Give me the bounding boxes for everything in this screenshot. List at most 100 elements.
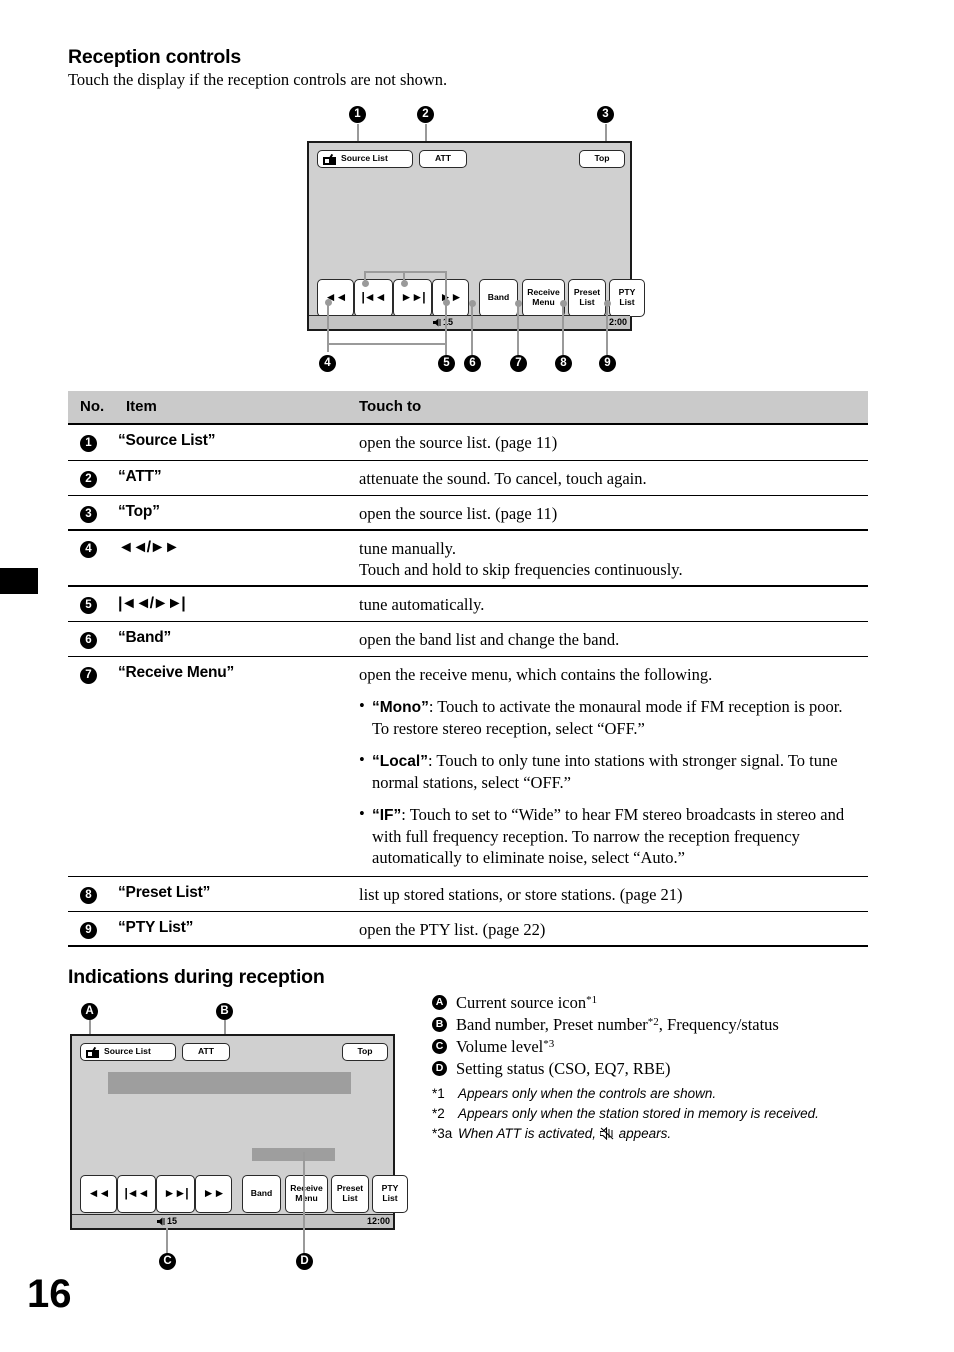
att-button-2[interactable]: ATT — [182, 1043, 230, 1061]
track-backward-button-1[interactable]: |◄◄ — [354, 279, 393, 317]
row-item-4: ◄◄/►► — [118, 539, 180, 556]
row-touch-9: open the PTY list. (page 22) — [359, 920, 546, 939]
legend-item-a: A Current source icon*1 — [432, 992, 882, 1014]
legend-text-d: Setting status (CSO, EQ7, RBE) — [456, 1059, 671, 1078]
track-forward-button-1[interactable]: ►►| — [393, 279, 432, 317]
legend-fn-a: *1 — [586, 994, 598, 1006]
row-touch-3: open the source list. (page 11) — [359, 504, 558, 523]
top-button-1[interactable]: Top — [579, 150, 625, 168]
manual-page: Reception controls Touch the display if … — [0, 0, 954, 1352]
seek-backward-button-2[interactable]: ◄◄ — [80, 1175, 117, 1213]
legend-bullet-b: B — [432, 1017, 447, 1032]
row-number-8: 8 — [80, 887, 97, 904]
leader-line-c — [166, 1228, 168, 1256]
legend-bullet-a: A — [432, 995, 447, 1010]
leader-line-5b — [403, 272, 405, 282]
row-number-1: 1 — [80, 435, 97, 452]
row-item-7: “Receive Menu” — [118, 664, 235, 681]
callout-8: 8 — [555, 355, 572, 372]
legend-text-c: Volume level — [456, 1037, 544, 1056]
volume-indicator-1: 15 — [433, 318, 453, 327]
att-button-1[interactable]: ATT — [419, 150, 467, 168]
table-header-item: Item — [126, 398, 157, 415]
callout-6: 6 — [464, 355, 481, 372]
receive-menu-button-1[interactable]: Receive Menu — [522, 279, 565, 317]
pty-list-button-2[interactable]: PTY List — [372, 1175, 408, 1213]
speaker-icon-2 — [157, 1217, 165, 1226]
volume-value-2: 15 — [167, 1216, 178, 1226]
option-desc-mono: : Touch to activate the monaural mode if… — [372, 697, 843, 738]
receive-menu-option-local: “Local”: Touch to only tune into station… — [359, 749, 862, 793]
band-button-2[interactable]: Band — [242, 1175, 281, 1213]
legend-bullet-d: D — [432, 1061, 447, 1076]
page-edge-tab — [0, 568, 38, 594]
receive-menu-options: “Mono”: Touch to activate the monaural m… — [359, 695, 862, 868]
option-term-local: “Local” — [372, 753, 428, 771]
legend-text-b-after: , Frequency/status — [658, 1015, 779, 1034]
legend-bullet-c: C — [432, 1039, 447, 1054]
speaker-icon-1 — [433, 318, 441, 327]
callout-9: 9 — [599, 355, 616, 372]
callout-b: B — [216, 1003, 233, 1020]
clock-1: 2:00 — [608, 317, 627, 327]
row-touch-7: open the receive menu, which contains th… — [359, 664, 862, 868]
top-button-2[interactable]: Top — [342, 1043, 388, 1061]
track-backward-button-2[interactable]: |◄◄ — [117, 1175, 156, 1213]
preset-list-button-2[interactable]: Preset List — [331, 1175, 369, 1213]
source-list-label-1: Source List — [341, 153, 388, 164]
preset-list-button-1[interactable]: Preset List — [568, 279, 606, 317]
callout-c: C — [159, 1253, 176, 1270]
clock-2: 12:00 — [366, 1216, 390, 1226]
leader-line-6 — [471, 303, 473, 355]
row-number-5: 5 — [80, 597, 97, 614]
setting-status-field — [252, 1148, 335, 1161]
table-row: 4 ◄◄/►► tune manually. Touch and hold to… — [68, 531, 868, 587]
source-list-label-2: Source List — [104, 1046, 151, 1057]
mute-icon — [599, 1126, 615, 1140]
table-row: 8 “Preset List” list up stored stations,… — [68, 877, 868, 912]
row-number-7: 7 — [80, 667, 97, 684]
footnote-text-2: Appears only when the station stored in … — [458, 1105, 819, 1121]
band-button-1[interactable]: Band — [479, 279, 518, 317]
seek-backward-button-1[interactable]: ◄◄ — [317, 279, 354, 317]
callout-3: 3 — [597, 106, 614, 123]
table-row: 3 “Top” open the source list. (page 11) — [68, 496, 868, 531]
status-bar-2: 15 12:00 — [72, 1214, 393, 1228]
callout-7: 7 — [510, 355, 527, 372]
footnote-mark-2: *2 — [432, 1105, 445, 1121]
row-item-5: |◄◄/►►| — [118, 595, 186, 612]
track-forward-button-2[interactable]: ►►| — [156, 1175, 195, 1213]
callout-a: A — [81, 1003, 98, 1020]
callout-5: 5 — [438, 355, 455, 372]
legend-text-a: Current source icon — [456, 993, 587, 1012]
callout-2: 2 — [417, 106, 434, 123]
leader-line-4c — [327, 343, 445, 345]
row-touch-5: tune automatically. — [359, 595, 485, 614]
receive-menu-option-mono: “Mono”: Touch to activate the monaural m… — [359, 695, 862, 739]
legend-item-d: D Setting status (CSO, EQ7, RBE) — [432, 1058, 882, 1080]
seek-forward-button-2[interactable]: ►► — [195, 1175, 232, 1213]
row-item-9: “PTY List” — [118, 919, 194, 936]
footnote-3: *3a When ATT is activated, appears. — [432, 1125, 862, 1143]
option-desc-if: : Touch to set to “Wide” to hear FM ster… — [372, 804, 845, 867]
source-list-button-1[interactable]: Source List — [317, 150, 413, 168]
legend-text-b: Band number, Preset number — [456, 1015, 648, 1034]
table-row: 5 |◄◄/►►| tune automatically. — [68, 587, 868, 622]
row-touch-1: open the source list. (page 11) — [359, 433, 558, 452]
row-number-6: 6 — [80, 632, 97, 649]
receive-menu-intro: open the receive menu, which contains th… — [359, 665, 713, 684]
row-item-2: “ATT” — [118, 468, 162, 485]
table-header-row: No. Item Touch to — [68, 391, 868, 425]
row-touch-8: list up stored stations, or store statio… — [359, 885, 683, 904]
seek-forward-button-1[interactable]: ►► — [432, 279, 469, 317]
receive-menu-button-2[interactable]: Receive Menu — [285, 1175, 328, 1213]
callout-d: D — [296, 1253, 313, 1270]
radio-source-icon-1 — [323, 153, 336, 165]
table-row: 1 “Source List” open the source list. (p… — [68, 425, 868, 461]
row-item-3: “Top” — [118, 503, 160, 520]
row-number-9: 9 — [80, 922, 97, 939]
pty-list-button-1[interactable]: PTY List — [609, 279, 645, 317]
table-row: 7 “Receive Menu” open the receive menu, … — [68, 657, 868, 877]
source-list-button-2[interactable]: Source List — [80, 1043, 176, 1061]
status-bar-1: 15 2:00 — [309, 315, 630, 329]
